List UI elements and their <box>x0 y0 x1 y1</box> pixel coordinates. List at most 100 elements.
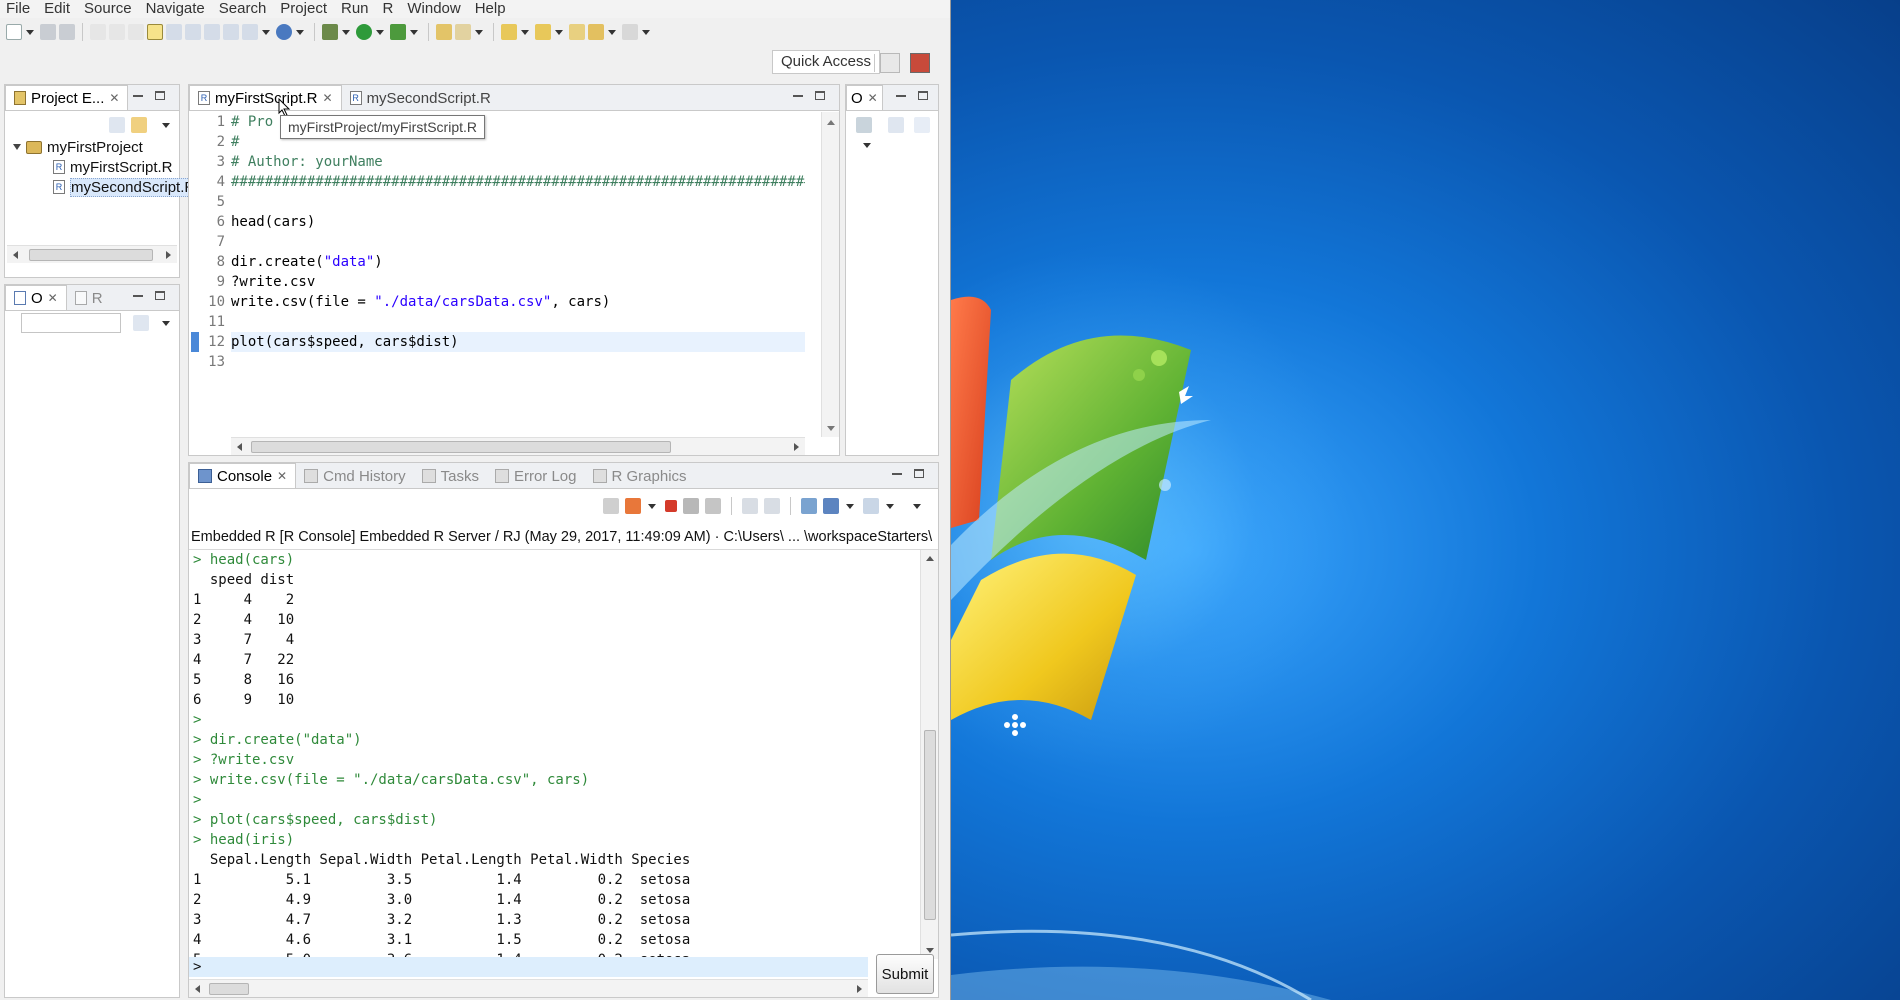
code-line[interactable]: head(cars) <box>231 212 805 232</box>
run-chunk-icon[interactable] <box>242 24 258 40</box>
prev-annotation-dropdown-icon[interactable] <box>555 29 563 35</box>
menu-item-edit[interactable]: Edit <box>44 0 70 18</box>
code-line[interactable]: plot(cars$speed, cars$dist) <box>231 332 805 352</box>
maximize-icon[interactable] <box>155 291 165 300</box>
terminate-icon[interactable] <box>665 500 677 512</box>
console-input-line[interactable]: > <box>189 957 868 977</box>
collapse-all-icon[interactable] <box>888 117 904 133</box>
sort-icon[interactable] <box>914 117 930 133</box>
collapse-all-icon[interactable] <box>109 117 125 133</box>
tab-mysecondscript[interactable]: R mySecondScript.R <box>342 86 499 110</box>
tab-myfirstscript[interactable]: R myFirstScript.R ✕ <box>189 85 342 110</box>
scroll-up-icon[interactable] <box>827 120 835 125</box>
pencil-dropdown-icon[interactable] <box>475 29 483 35</box>
tab-outline[interactable]: O ✕ <box>5 285 67 310</box>
r-perspective-icon[interactable] <box>910 53 930 73</box>
menu-item-help[interactable]: Help <box>475 0 506 18</box>
pin-console-icon[interactable] <box>801 498 817 514</box>
r-env-dropdown-icon[interactable] <box>296 29 304 35</box>
reconnect-icon[interactable] <box>603 498 619 514</box>
font-reset-icon[interactable] <box>128 24 144 40</box>
scrollbar-thumb[interactable] <box>29 249 153 261</box>
tab-r-graphics[interactable]: R Graphics <box>585 464 695 488</box>
font-decrease-icon[interactable] <box>109 24 125 40</box>
code-line[interactable]: dir.create("data") <box>231 252 805 272</box>
view-menu-icon[interactable] <box>863 143 871 148</box>
menu-item-file[interactable]: File <box>6 0 30 18</box>
tab-tasks[interactable]: Tasks <box>414 464 487 488</box>
run-file-icon[interactable] <box>223 24 239 40</box>
scroll-right-icon[interactable] <box>857 985 862 993</box>
horizontal-scrollbar[interactable] <box>7 245 177 263</box>
maximize-icon[interactable] <box>918 91 928 100</box>
view-menu-icon[interactable] <box>162 123 170 128</box>
code-line[interactable] <box>231 312 805 332</box>
quick-access-field[interactable]: Quick Access <box>772 50 881 74</box>
maximize-icon[interactable] <box>155 91 165 100</box>
close-icon[interactable]: ✕ <box>48 291 58 305</box>
scroll-left-icon[interactable] <box>195 985 200 993</box>
run-function-icon[interactable] <box>204 24 220 40</box>
menu-item-run[interactable]: Run <box>341 0 369 18</box>
minimize-icon[interactable] <box>793 95 803 97</box>
menu-item-navigate[interactable]: Navigate <box>146 0 205 18</box>
forward-icon[interactable] <box>622 24 638 40</box>
open-console-icon[interactable] <box>863 498 879 514</box>
run-icon[interactable] <box>356 24 372 40</box>
horizontal-scrollbar[interactable] <box>231 437 805 455</box>
close-icon[interactable]: ✕ <box>868 91 878 105</box>
scroll-down-icon[interactable] <box>926 948 934 953</box>
next-annotation-icon[interactable] <box>501 24 517 40</box>
font-increase-icon[interactable] <box>90 24 106 40</box>
tab-outline-right[interactable]: O ✕ <box>846 85 883 110</box>
open-folder-icon[interactable] <box>436 24 452 40</box>
menu-item-source[interactable]: Source <box>84 0 132 18</box>
menu-item-project[interactable]: Project <box>280 0 327 18</box>
scroll-up-icon[interactable] <box>926 556 934 561</box>
external-tools-icon[interactable] <box>390 24 406 40</box>
pencil-icon[interactable] <box>455 24 471 40</box>
display-console-dropdown-icon[interactable] <box>846 503 854 509</box>
vertical-scrollbar[interactable] <box>821 112 839 437</box>
new-file-icon[interactable] <box>6 24 22 40</box>
open-perspective-icon[interactable] <box>880 53 900 73</box>
scroll-left-icon[interactable] <box>13 251 18 259</box>
display-console-icon[interactable] <box>823 498 839 514</box>
remove-all-icon[interactable] <box>705 498 721 514</box>
new-dropdown-icon[interactable] <box>26 29 34 35</box>
toggle-mark-icon[interactable] <box>147 24 163 40</box>
debug-dropdown-icon[interactable] <box>342 29 350 35</box>
prev-annotation-icon[interactable] <box>535 24 551 40</box>
minimize-icon[interactable] <box>892 473 902 475</box>
maximize-icon[interactable] <box>914 469 924 478</box>
tree-item-file[interactable]: R myFirstScript.R <box>13 157 200 177</box>
code-editor[interactable]: 1 2 3 4 5 6 7 8 9 10 11 12 13 # Pro # # Author: yourNa… <box>189 112 839 437</box>
link-with-editor-icon[interactable] <box>131 117 147 133</box>
view-menu-icon[interactable] <box>162 321 170 326</box>
filter-input[interactable] <box>21 313 121 333</box>
tab-console[interactable]: Console ✕ <box>189 463 297 488</box>
code-line[interactable]: ########################################… <box>231 172 805 192</box>
back-dropdown-icon[interactable] <box>608 29 616 35</box>
tree-item-file[interactable]: R mySecondScript.R <box>13 177 201 197</box>
tab-r[interactable]: R <box>67 286 111 310</box>
vertical-scrollbar[interactable] <box>920 550 938 959</box>
code-line[interactable]: ?write.csv <box>231 272 805 292</box>
menu-item-search[interactable]: Search <box>219 0 267 18</box>
code-area[interactable]: # Pro # # Author: yourName ################… <box>231 112 805 372</box>
next-annotation-dropdown-icon[interactable] <box>521 29 529 35</box>
code-line[interactable] <box>231 232 805 252</box>
submit-button[interactable]: Submit <box>876 954 934 994</box>
save-all-icon[interactable] <box>59 24 75 40</box>
collapse-all-icon[interactable] <box>133 315 149 331</box>
remove-launch-icon[interactable] <box>683 498 699 514</box>
save-icon[interactable] <box>40 24 56 40</box>
menu-item-r[interactable]: R <box>383 0 394 18</box>
cancel-dropdown-icon[interactable] <box>648 503 656 509</box>
scrollbar-thumb[interactable] <box>209 983 249 995</box>
scroll-left-icon[interactable] <box>237 443 242 451</box>
code-line[interactable]: # Author: yourName <box>231 152 805 172</box>
forward-dropdown-icon[interactable] <box>642 29 650 35</box>
run-line-icon[interactable] <box>166 24 182 40</box>
hide-fields-icon[interactable] <box>856 117 872 133</box>
